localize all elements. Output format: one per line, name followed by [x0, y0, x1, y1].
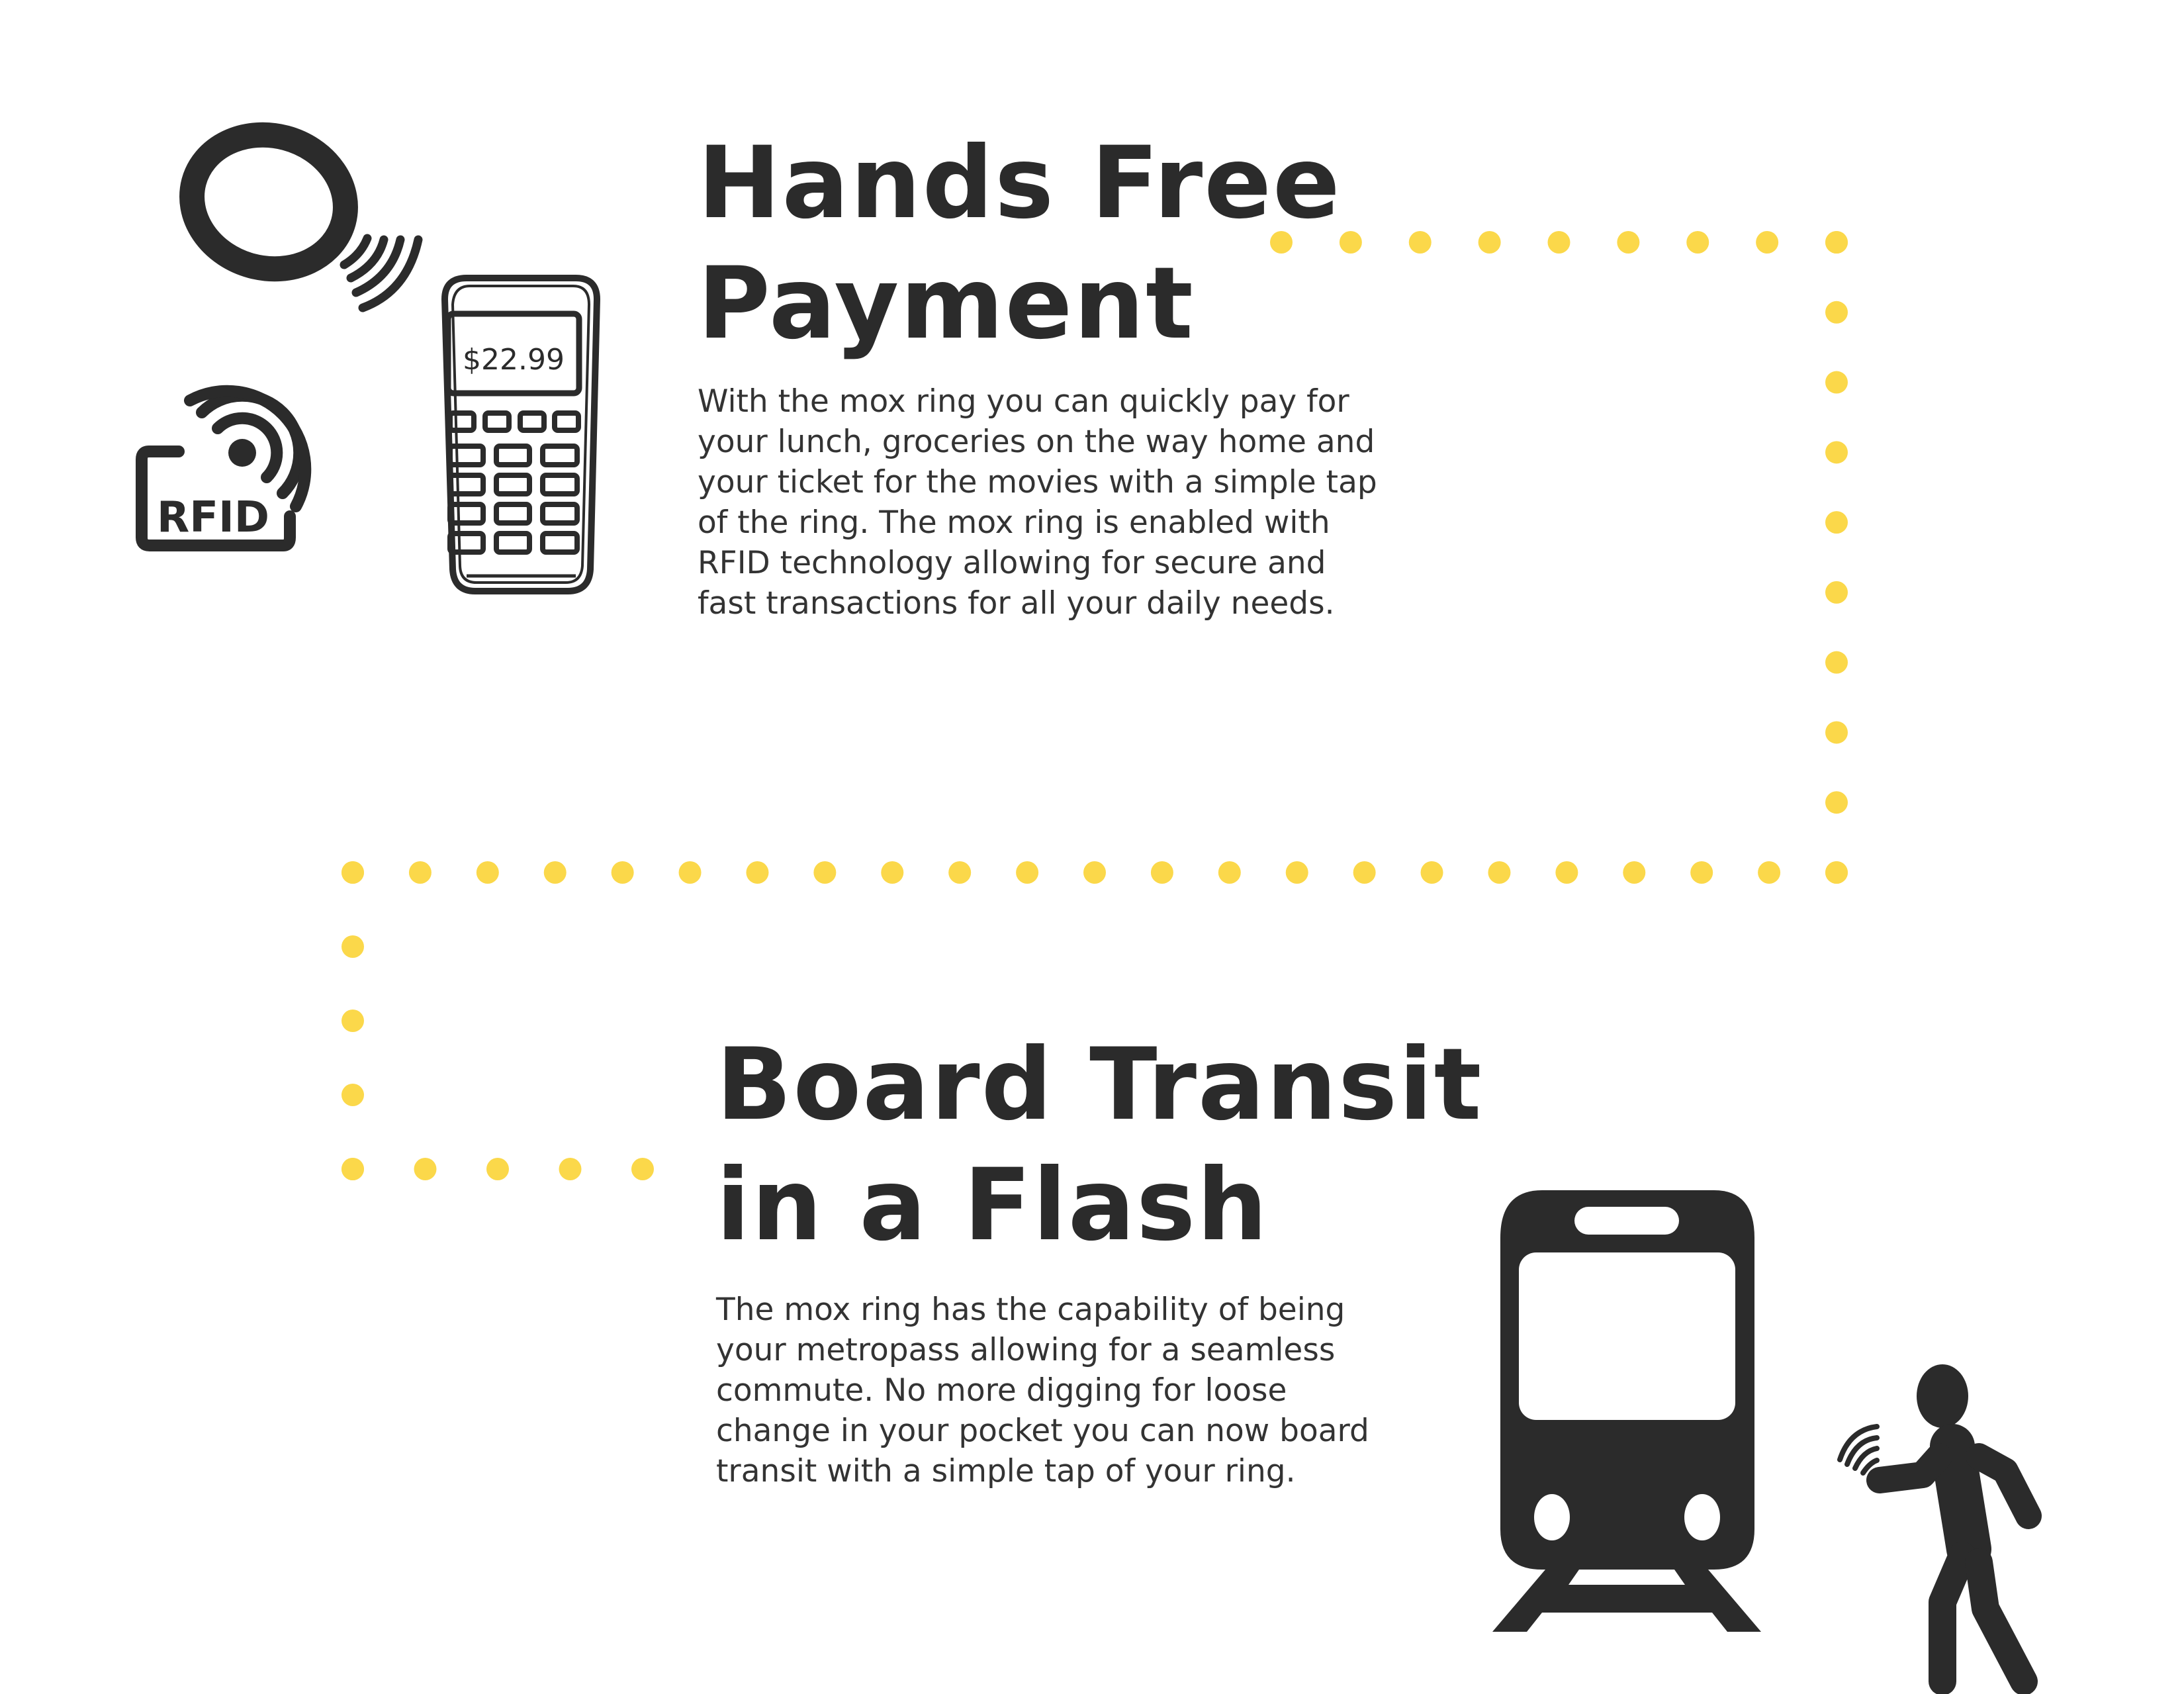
ring-icon [179, 122, 423, 312]
path-dot [1353, 861, 1376, 884]
transit-description-line: commute. No more digging for loose [716, 1372, 1287, 1409]
path-dot [559, 1158, 582, 1180]
payment-heading-line: Payment [698, 246, 1195, 361]
rfid-icon: RFID [136, 385, 312, 551]
walking-person-icon [1837, 1364, 2042, 1694]
train-icon [1492, 1190, 1761, 1632]
transit-heading-line: Board Transit [716, 1027, 1483, 1143]
path-dot [341, 861, 364, 884]
transit-description-line: transit with a simple tap of your ring. [716, 1453, 1296, 1489]
path-dot [1825, 651, 1848, 674]
path-dot [813, 861, 837, 884]
ring-signal-waves-icon [340, 234, 423, 312]
path-dot [1016, 861, 1039, 884]
transit-description-line: The mox ring has the capability of being [716, 1292, 1345, 1328]
path-dot [1756, 231, 1779, 254]
path-dot [611, 861, 634, 884]
payment-description-line: your lunch, groceries on the way home an… [698, 424, 1375, 460]
path-dot [341, 935, 364, 958]
path-dot [408, 861, 432, 884]
path-dot [1408, 231, 1432, 254]
terminal-amount: $22.99 [463, 343, 565, 377]
path-dot [1623, 861, 1646, 884]
path-dot [1825, 791, 1848, 814]
path-dot [341, 1010, 364, 1032]
path-dot [948, 861, 972, 884]
path-dot [1690, 861, 1713, 884]
transit-heading: Board Transit in a Flash [716, 1025, 1482, 1266]
path-dot [1555, 861, 1578, 884]
path-dot [1547, 231, 1570, 254]
transit-description-line: your metropass allowing for a seamless [716, 1332, 1336, 1368]
path-dot [1825, 301, 1848, 324]
payment-heading-line: Hands Free [698, 126, 1342, 241]
path-dot [1285, 861, 1308, 884]
payment-description-line: RFID technology allowing for secure and [698, 545, 1326, 581]
payment-description: With the mox ring you can quickly pay fo… [698, 381, 1492, 624]
path-dot [1825, 371, 1848, 394]
path-dot [414, 1158, 437, 1180]
path-dot [486, 1158, 509, 1180]
payment-terminal-icon [441, 275, 601, 594]
path-dot [1083, 861, 1106, 884]
path-dot [1825, 861, 1848, 884]
path-dot [543, 861, 567, 884]
path-dot [1617, 231, 1640, 254]
path-dot [1339, 231, 1362, 254]
path-dot [1150, 861, 1173, 884]
path-dot [881, 861, 904, 884]
path-dot [1420, 861, 1443, 884]
payment-description-line: your ticket for the movies with a simple… [698, 464, 1377, 500]
tap-signal-waves-icon [1837, 1424, 1880, 1476]
path-dot [1218, 861, 1241, 884]
transit-description: The mox ring has the capability of being… [716, 1290, 1510, 1491]
path-dot [1825, 721, 1848, 744]
rfid-label: RFID [157, 493, 269, 542]
payment-description-line: of the ring. The mox ring is enabled wit… [698, 504, 1330, 541]
payment-heading: Hands Free Payment [698, 123, 1342, 364]
path-dot [1488, 861, 1511, 884]
path-dot [1478, 231, 1501, 254]
path-dot [341, 1158, 364, 1180]
path-dot [1825, 441, 1848, 464]
transit-heading-line: in a Flash [716, 1148, 1269, 1263]
path-dot [678, 861, 702, 884]
path-dot [1686, 231, 1709, 254]
path-dot [746, 861, 769, 884]
payment-description-line: With the mox ring you can quickly pay fo… [698, 383, 1349, 420]
path-dot [476, 861, 499, 884]
path-dot [341, 1084, 364, 1106]
path-dot [1825, 581, 1848, 604]
path-dot [631, 1158, 654, 1180]
path-dot [1758, 861, 1781, 884]
transit-description-line: change in your pocket you can now board [716, 1413, 1369, 1449]
path-dot [1825, 511, 1848, 534]
path-dot [1825, 231, 1848, 254]
payment-description-line: fast transactions for all your daily nee… [698, 585, 1335, 622]
